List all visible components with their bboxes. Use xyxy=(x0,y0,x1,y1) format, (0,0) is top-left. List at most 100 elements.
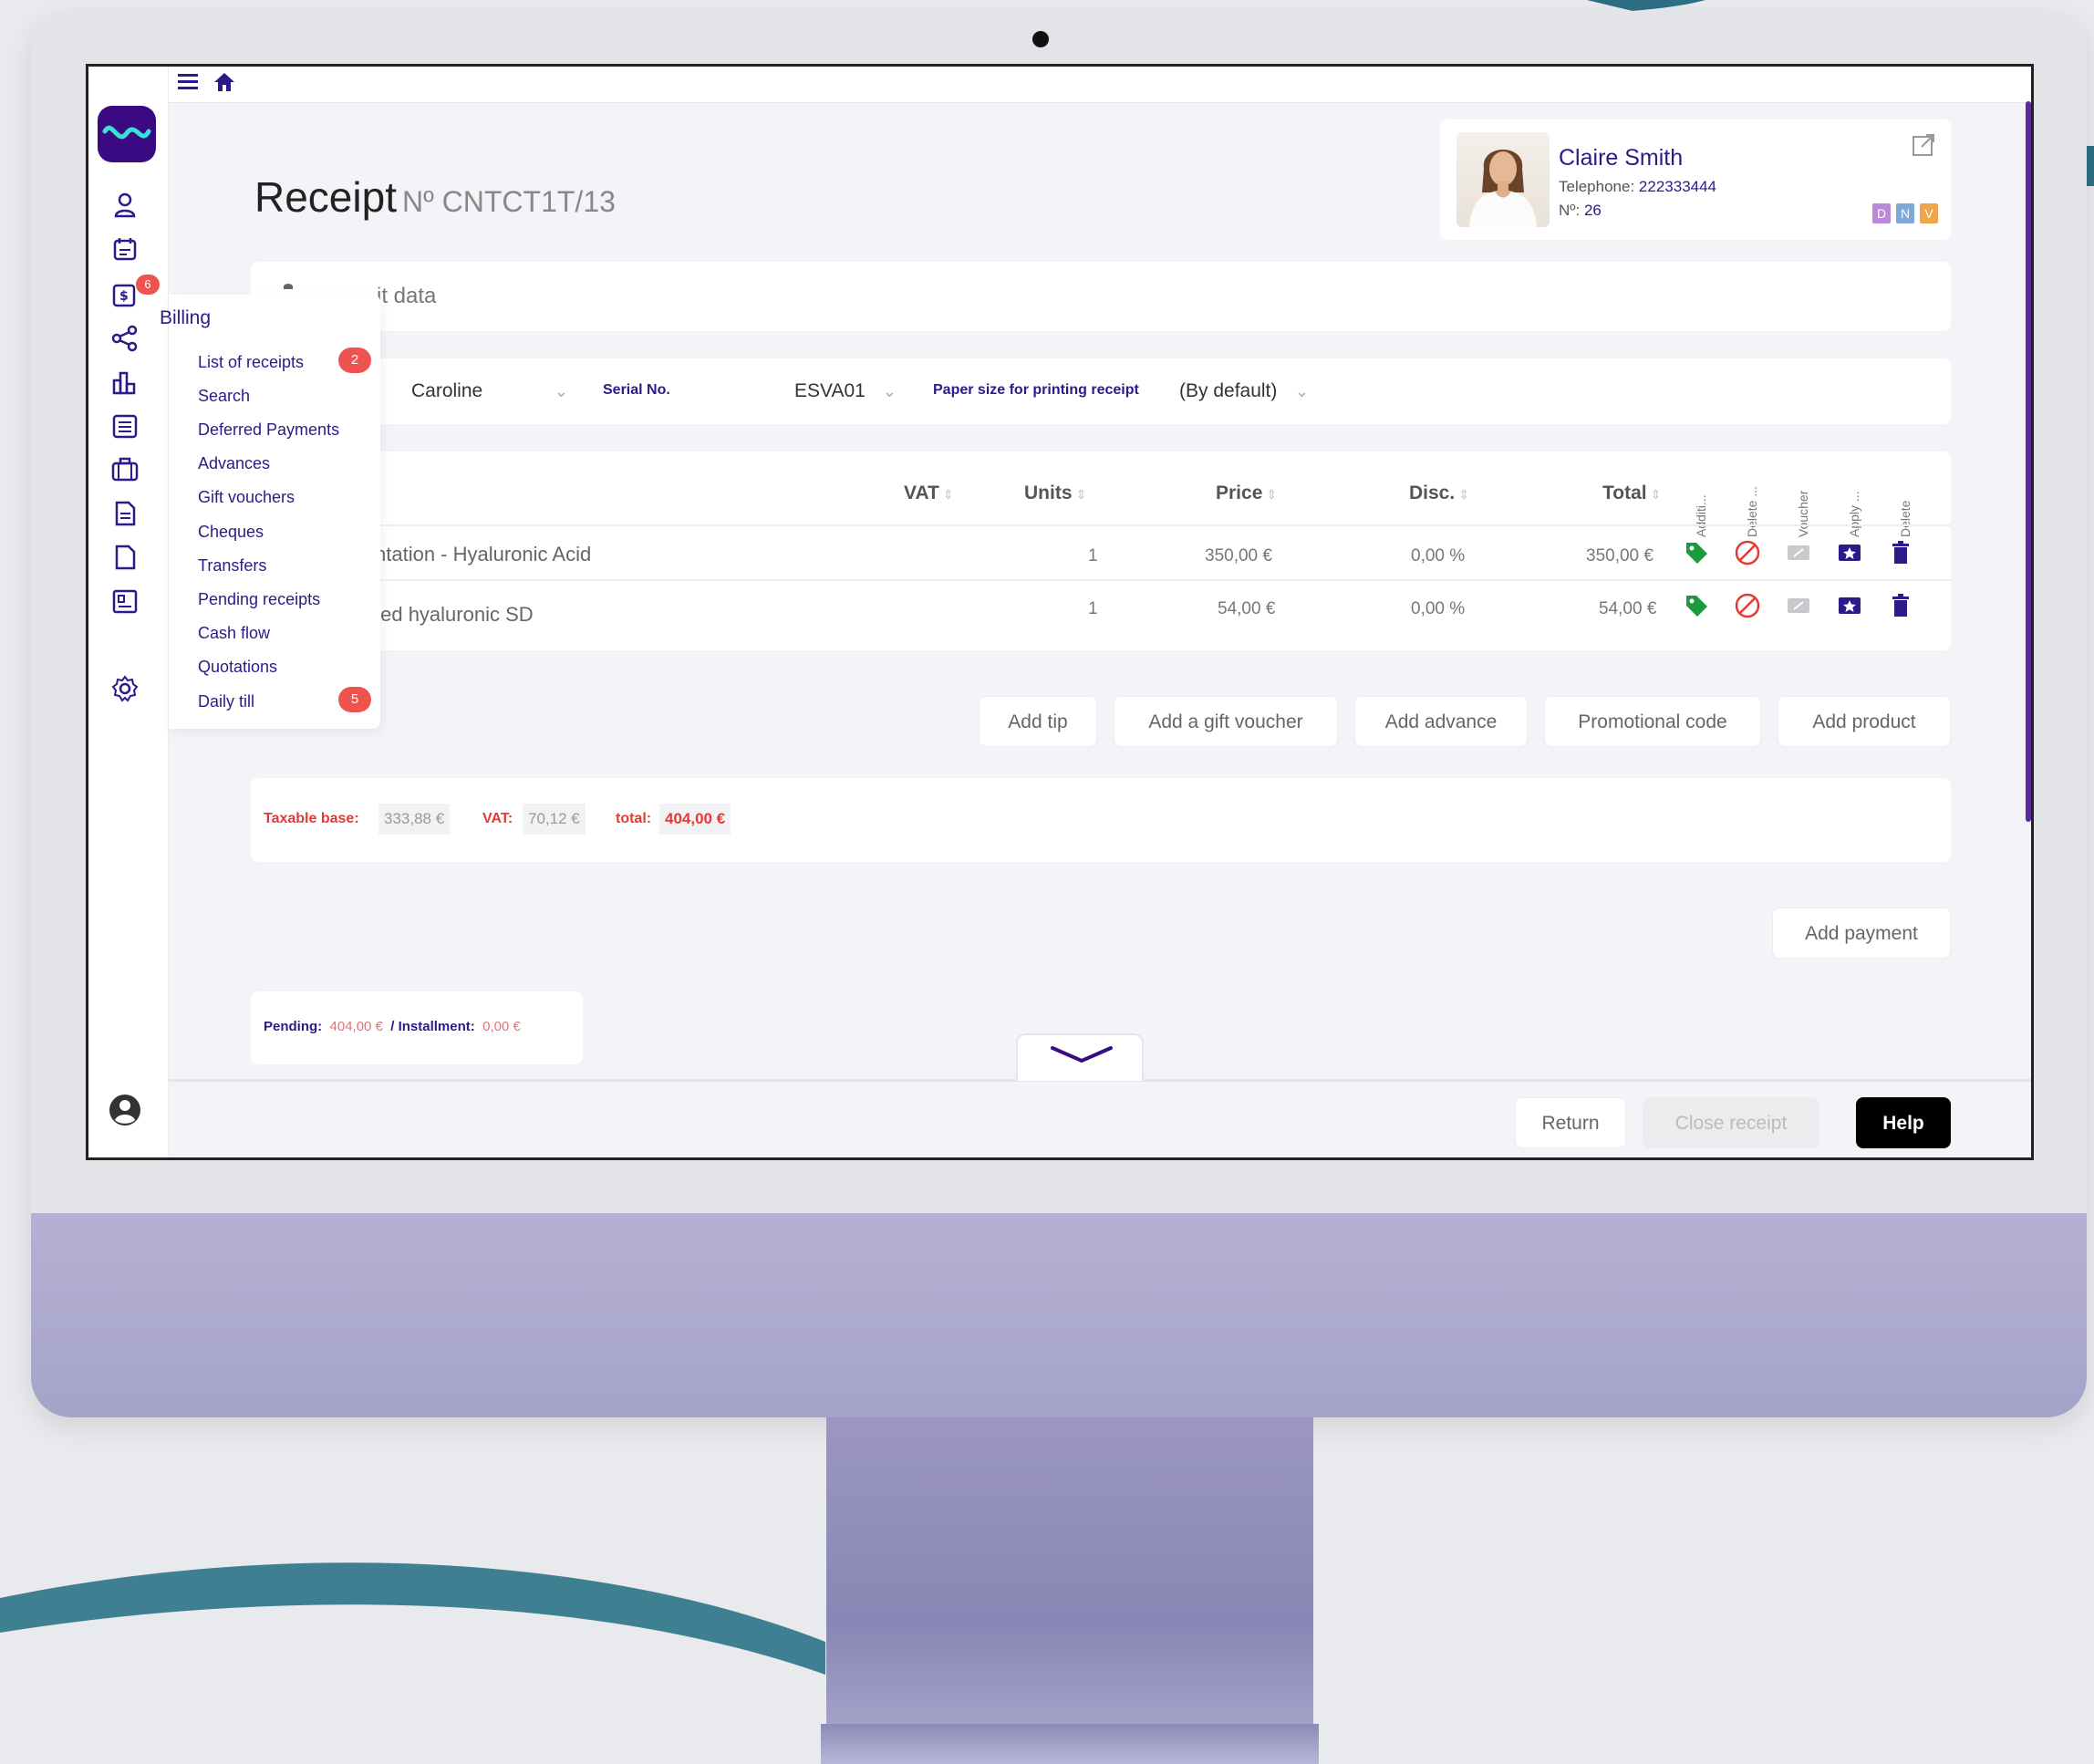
menu-item-advances[interactable]: Advances xyxy=(198,454,270,473)
billing-menu: Billing List of receipts 2 Search Deferr… xyxy=(160,295,380,729)
app-logo[interactable] xyxy=(98,106,156,162)
scrollbar[interactable] xyxy=(2026,101,2031,822)
pending-value: 404,00 € xyxy=(329,1019,383,1034)
account-avatar-icon[interactable] xyxy=(107,1092,143,1128)
add-product-button[interactable]: Add product xyxy=(1778,696,1951,747)
client-phone-line: Telephone: 222333444 xyxy=(1559,178,1716,196)
apply-voucher-icon[interactable] xyxy=(1836,592,1863,619)
pending-line: Pending: 404,00 € / Installment: 0,00 € xyxy=(264,1019,521,1034)
client-name[interactable]: Claire Smith xyxy=(1559,145,1683,171)
promotional-code-button[interactable]: Promotional code xyxy=(1544,696,1761,747)
apply-voucher-icon[interactable] xyxy=(1836,539,1863,566)
home-icon[interactable] xyxy=(213,70,236,99)
camera-icon xyxy=(1032,31,1049,47)
delete-icon[interactable] xyxy=(1887,592,1914,619)
phone-label: Telephone: xyxy=(1559,178,1635,195)
col-delete-discount: Delete ... xyxy=(1745,485,1759,537)
remove-discount-icon[interactable] xyxy=(1734,539,1761,566)
help-button[interactable]: Help xyxy=(1856,1097,1951,1148)
close-receipt-button[interactable]: Close receipt xyxy=(1643,1097,1819,1148)
header-divider xyxy=(251,524,1951,526)
sort-icon: ⇕ xyxy=(1266,487,1278,502)
tag-icon[interactable] xyxy=(1683,592,1710,619)
settings-icon[interactable] xyxy=(109,672,141,705)
add-advance-button[interactable]: Add advance xyxy=(1354,696,1528,747)
svg-text:$: $ xyxy=(119,289,129,304)
row-divider xyxy=(251,579,1951,581)
paper-size-select[interactable]: (By default) ⌄ xyxy=(1172,371,1318,411)
receipt-data-section[interactable]: it data xyxy=(251,262,1951,331)
menu-item-cash-flow[interactable]: Cash flow xyxy=(198,624,270,643)
checklist-icon[interactable] xyxy=(109,410,141,442)
row2-total: 54,00 € xyxy=(1599,599,1657,618)
client-card: Claire Smith Telephone: 222333444 Nº: 26… xyxy=(1440,119,1951,240)
daily-till-badge: 5 xyxy=(338,687,371,712)
installment-label: / Installment: xyxy=(390,1019,475,1034)
taxable-base-label: Taxable base: xyxy=(264,811,359,826)
menu-item-search[interactable]: Search xyxy=(198,387,250,406)
drawer-toggle[interactable] xyxy=(1016,1033,1144,1081)
calendar-icon[interactable] xyxy=(109,233,141,265)
remove-discount-icon[interactable] xyxy=(1734,592,1761,619)
menu-item-transfers[interactable]: Transfers xyxy=(198,556,266,576)
col-disc-label: Disc. xyxy=(1409,483,1456,503)
share-icon[interactable] xyxy=(109,322,141,355)
row2-units: 1 xyxy=(1088,599,1098,618)
menu-item-gift-vouchers[interactable]: Gift vouchers xyxy=(198,488,295,507)
receipt-lines-table: VAT ⇕ Units ⇕ Price ⇕ Disc. ⇕ Total ⇕ Additi.… xyxy=(251,451,1951,650)
add-tip-button[interactable]: Add tip xyxy=(979,696,1097,747)
row1-units: 1 xyxy=(1088,546,1098,566)
col-total[interactable]: Total ⇕ xyxy=(1602,483,1661,504)
col-price[interactable]: Price ⇕ xyxy=(1216,483,1277,504)
menu-item-cheques[interactable]: Cheques xyxy=(198,523,264,542)
briefcase-icon[interactable] xyxy=(109,453,141,486)
receipts-badge: 2 xyxy=(338,348,371,373)
chevron-down-icon: ⌄ xyxy=(882,382,897,400)
client-phone: 222333444 xyxy=(1638,178,1717,195)
col-price-label: Price xyxy=(1216,483,1263,503)
employee-select[interactable]: Caroline ⌄ xyxy=(404,371,577,411)
installment-value: 0,00 € xyxy=(482,1019,521,1034)
menu-item-daily-till[interactable]: Daily till xyxy=(198,692,254,711)
vat-label: VAT: xyxy=(482,811,513,826)
number-label: Nº: xyxy=(1559,202,1581,219)
external-link-icon[interactable] xyxy=(1911,132,1936,158)
col-vat[interactable]: VAT ⇕ xyxy=(904,483,954,504)
client-tag-d: D xyxy=(1872,203,1891,223)
document-icon[interactable] xyxy=(109,497,141,530)
chart-icon[interactable] xyxy=(109,366,141,399)
file-icon[interactable] xyxy=(109,541,141,574)
serial-select[interactable]: ESVA01 ⌄ xyxy=(787,371,906,411)
monitor-stand xyxy=(826,1417,1313,1764)
collapse-chevron-icon[interactable] xyxy=(284,284,293,289)
row2-description: ted hyaluronic SD xyxy=(375,603,534,626)
row1-total: 350,00 € xyxy=(1586,546,1653,566)
section-title: it data xyxy=(377,284,437,308)
col-disc[interactable]: Disc. ⇕ xyxy=(1409,483,1469,504)
receipt-number: Nº CNTCT1T/13 xyxy=(401,185,616,218)
row1-price: 350,00 € xyxy=(1205,546,1272,566)
voucher-icon[interactable] xyxy=(1785,592,1812,619)
chevron-down-icon xyxy=(1051,1046,1113,1064)
page-title-text: Receipt xyxy=(254,173,397,221)
serial-label: Serial No. xyxy=(603,382,670,398)
delete-icon[interactable] xyxy=(1887,539,1914,566)
menu-item-quotations[interactable]: Quotations xyxy=(198,658,277,677)
monitor-chin xyxy=(31,1213,2087,1417)
return-button[interactable]: Return xyxy=(1515,1097,1626,1148)
col-units-label: Units xyxy=(1024,483,1073,503)
add-payment-button[interactable]: Add payment xyxy=(1772,908,1951,959)
row1-description: ntation - Hyaluronic Acid xyxy=(375,543,592,566)
col-units[interactable]: Units ⇕ xyxy=(1024,483,1086,504)
voucher-icon[interactable] xyxy=(1785,539,1812,566)
menu-item-deferred-payments[interactable]: Deferred Payments xyxy=(198,420,339,440)
billing-badge: 6 xyxy=(136,275,160,295)
user-icon[interactable] xyxy=(109,189,141,222)
menu-item-pending-receipts[interactable]: Pending receipts xyxy=(198,590,320,609)
add-gift-voucher-button[interactable]: Add a gift voucher xyxy=(1114,696,1338,747)
tag-icon[interactable] xyxy=(1683,539,1710,566)
hamburger-icon[interactable] xyxy=(176,70,200,99)
list-icon[interactable] xyxy=(109,585,141,617)
pending-label: Pending: xyxy=(264,1019,323,1034)
menu-item-list-of-receipts[interactable]: List of receipts xyxy=(198,353,304,372)
